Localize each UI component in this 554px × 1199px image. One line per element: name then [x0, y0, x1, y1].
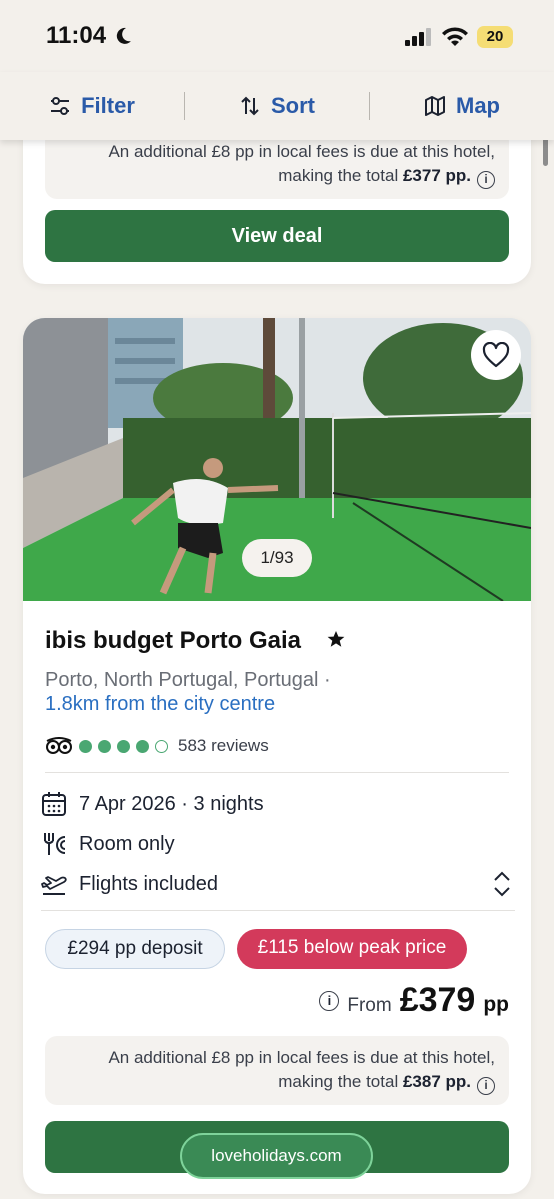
fee-line-1: An additional £8 pp in local fees is due… — [108, 1048, 495, 1067]
fee-total: £377 pp. — [402, 166, 471, 185]
calendar-icon — [42, 792, 66, 816]
price-unit: pp — [483, 993, 509, 1016]
filter-icon — [51, 97, 70, 115]
divider — [45, 772, 509, 773]
tripadvisor-rating[interactable]: 583 reviews — [45, 736, 269, 756]
signal-icon — [405, 28, 431, 46]
image-counter: 1/93 — [242, 539, 312, 577]
sort-label: Sort — [271, 93, 315, 118]
filter-label: Filter — [81, 93, 135, 118]
hotel-name[interactable]: ibis budget Porto Gaia — [45, 627, 301, 655]
cutlery-icon — [44, 833, 66, 855]
expand-chevrons-icon[interactable] — [491, 869, 513, 899]
deposit-badge: £294 pp deposit — [45, 929, 225, 969]
results-toolbar: Filter Sort Map — [0, 72, 554, 140]
sort-arrows-icon — [241, 96, 259, 116]
peak-price-badge: £115 below peak price — [237, 929, 467, 969]
heart-icon — [482, 342, 510, 368]
divider — [41, 910, 515, 911]
status-bar: 11:04 20 — [0, 0, 554, 72]
price-value: £379 — [399, 981, 476, 1019]
hotel-photo[interactable]: 1/93 — [23, 318, 531, 601]
brand-watermark: loveholidays.com — [180, 1133, 373, 1179]
rating-dot — [117, 739, 130, 753]
info-icon[interactable]: i — [477, 1077, 495, 1095]
distance-link[interactable]: 1.8km from the city centre — [45, 693, 275, 716]
review-count: 583 reviews — [178, 736, 269, 755]
fee-prefix: making the total — [278, 1072, 403, 1091]
local-fees-notice: An additional £8 pp in local fees is due… — [45, 1036, 509, 1105]
price-row: i From £379 pp — [313, 981, 509, 1020]
wifi-icon — [442, 27, 468, 46]
from-label: From — [347, 995, 392, 1016]
dates-text: 7 Apr 2026 · 3 nights — [79, 792, 264, 815]
status-time: 11:04 — [46, 22, 107, 49]
fee-total: £387 pp. — [402, 1072, 471, 1091]
rating-dot-empty — [155, 739, 168, 753]
plane-takeoff-icon — [41, 876, 67, 895]
fee-line-2: making the total £377 pp. i — [59, 164, 495, 189]
hotel-location: Porto, North Portugal, Portugal · — [45, 669, 331, 691]
rating-dot — [79, 739, 92, 753]
fee-line-1: An additional £8 pp in local fees is due… — [108, 142, 495, 161]
rating-dot — [136, 739, 149, 753]
map-label: Map — [456, 93, 500, 118]
star-icon — [327, 631, 345, 647]
rating-dot — [98, 739, 111, 753]
info-icon[interactable]: i — [477, 171, 495, 189]
view-deal-button[interactable]: View deal — [45, 210, 509, 262]
price-info-icon[interactable]: i — [319, 990, 340, 1011]
tripadvisor-owl-icon — [46, 737, 72, 754]
favourite-button[interactable] — [471, 330, 521, 380]
filter-button[interactable]: Filter — [0, 72, 184, 140]
fee-prefix: making the total — [278, 166, 403, 185]
flights-text: Flights included — [79, 872, 218, 895]
board-text: Room only — [79, 832, 175, 855]
sort-button[interactable]: Sort — [185, 72, 369, 140]
map-button[interactable]: Map — [370, 72, 554, 140]
fee-line-2: making the total £387 pp. i — [59, 1070, 495, 1095]
dates-row: 7 Apr 2026 · 3 nights — [41, 791, 264, 817]
map-icon — [425, 96, 445, 116]
battery-indicator: 20 — [477, 26, 513, 48]
moon-icon — [116, 27, 131, 44]
local-fees-notice: An additional £8 pp in local fees is due… — [45, 130, 509, 199]
board-row: Room only — [41, 831, 175, 857]
hotel-card: 1/93 ibis budget Porto Gaia Porto, North… — [23, 318, 531, 1194]
flights-row[interactable]: Flights included — [41, 871, 218, 897]
